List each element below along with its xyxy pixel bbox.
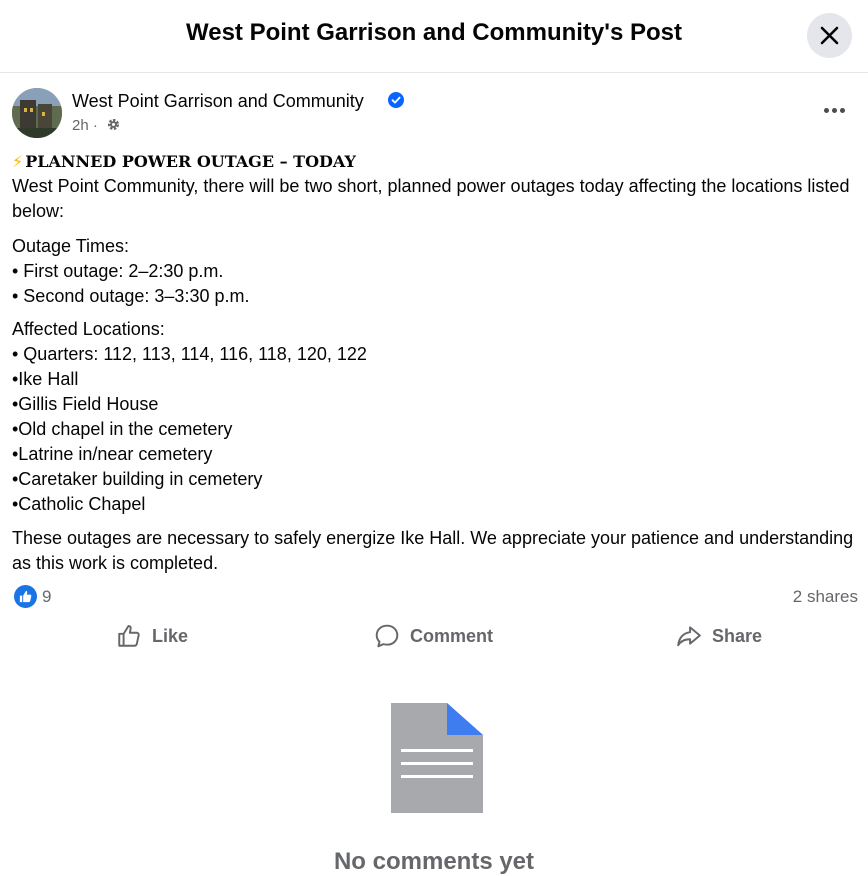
post-closing: These outages are necessary to safely en…: [12, 528, 854, 573]
headline-text: PLANNED POWER OUTAGE – TODAY: [25, 152, 356, 171]
more-options-button[interactable]: [820, 100, 850, 120]
comment-button[interactable]: Comment: [374, 616, 493, 656]
shares-count[interactable]: 2 shares: [793, 587, 858, 607]
post-body: ⚡ PLANNED POWER OUTAGE – TODAY West Poin…: [12, 150, 858, 576]
meta-separator: ·: [92, 117, 98, 134]
comment-label: Comment: [410, 625, 494, 646]
time-item: • Second outage: 3–3:30 p.m.: [12, 286, 250, 306]
location-item: •Catholic Chapel: [12, 494, 146, 514]
dialog-header: West Point Garrison and Community's Post: [0, 0, 868, 73]
location-item: •Gillis Field House: [12, 394, 159, 414]
action-bar: Like Comment Share: [12, 616, 858, 656]
share-arrow-icon: [677, 626, 701, 647]
reactions-bar: 9 2 shares: [12, 584, 858, 610]
location-item: • Quarters: 112, 113, 114, 116, 118, 120…: [12, 344, 367, 364]
author-name[interactable]: West Point Garrison and Community: [72, 91, 364, 112]
dialog-title: West Point Garrison and Community's Post: [186, 19, 682, 46]
location-item: •Latrine in/near cemetery: [12, 444, 213, 464]
audience-gear-icon[interactable]: [106, 117, 121, 132]
location-item: •Ike Hall: [12, 369, 79, 389]
time-item: • First outage: 2–2:30 p.m.: [12, 261, 224, 281]
share-label: Share: [712, 625, 763, 646]
like-label: Like: [152, 625, 189, 646]
lightning-icon: ⚡: [12, 152, 24, 171]
close-button[interactable]: [807, 13, 852, 58]
like-count[interactable]: 9: [42, 587, 51, 607]
no-comments-text: No comments yet: [333, 848, 535, 875]
locations-heading: Affected Locations:: [12, 319, 165, 339]
comment-bubble-icon: [375, 624, 399, 648]
like-reaction-badge[interactable]: [14, 585, 37, 608]
close-icon: [820, 26, 839, 45]
avatar-image: [12, 88, 62, 138]
times-heading: Outage Times:: [12, 236, 130, 256]
post-headline: ⚡ PLANNED POWER OUTAGE – TODAY: [12, 150, 858, 174]
location-item: •Caretaker building in cemetery: [12, 469, 263, 489]
post-intro: West Point Community, there will be two …: [12, 176, 850, 221]
avatar[interactable]: [12, 88, 62, 138]
post-meta: 2h ·: [72, 117, 121, 134]
thumbs-up-outline-icon: [118, 625, 140, 647]
like-button[interactable]: Like: [116, 616, 188, 656]
empty-document-icon: [391, 703, 483, 813]
verified-badge-icon: [388, 92, 404, 108]
share-button[interactable]: Share: [676, 616, 762, 656]
thumbs-up-icon: [19, 590, 32, 603]
post-time[interactable]: 2h: [72, 117, 89, 134]
location-item: •Old chapel in the cemetery: [12, 419, 233, 439]
